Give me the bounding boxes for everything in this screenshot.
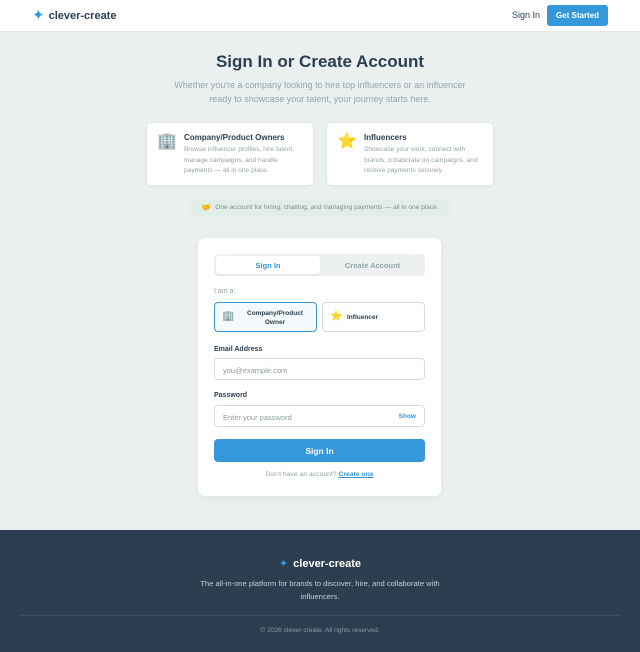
footer: ✦ clever-create The all-in-one platform … — [0, 530, 640, 652]
building-icon: 🏢 — [157, 131, 177, 150]
footer-brand: ✦ clever-create — [0, 557, 640, 570]
sign-in-submit-button[interactable]: Sign In — [214, 439, 425, 462]
footer-tagline: The all-in-one platform for brands to di… — [200, 579, 440, 601]
auth-tabs: Sign In Create Account — [214, 254, 425, 276]
get-started-button[interactable]: Get Started — [547, 5, 608, 26]
role-option-label: Company/Product Owner — [247, 310, 303, 326]
role-option-influencer[interactable]: ⭐ Influencer — [322, 302, 425, 332]
role-select-label: I am a: — [214, 288, 236, 295]
email-field-wrapper — [214, 358, 425, 380]
info-pill: 🤝 One account for hiring, chatting, and … — [189, 199, 451, 216]
role-card-influencer: ⭐ Influencers Showcase your work, connec… — [326, 122, 494, 186]
password-field-wrapper: Show — [214, 405, 425, 427]
tab-create-account[interactable]: Create Account — [322, 256, 423, 274]
star-icon: ⭐ — [337, 131, 357, 150]
role-card-description: Browse influencer profiles, hire talent,… — [184, 146, 294, 174]
brand-logo[interactable]: ✦ clever-create — [32, 8, 116, 23]
switch-account-text: Don't have an account? Create one — [198, 471, 441, 478]
top-nav: ✦ clever-create Sign In Get Started — [0, 0, 640, 32]
handshake-icon: 🤝 — [201, 203, 212, 212]
sparkle-icon: ✦ — [278, 557, 289, 570]
building-icon: 🏢 — [222, 311, 235, 322]
password-label: Password — [214, 392, 248, 399]
page-title: Sign In or Create Account — [215, 52, 425, 71]
role-card-title: Company/Product Owners — [184, 133, 285, 142]
password-field[interactable] — [223, 410, 393, 424]
switch-prompt: Don't have an account? — [265, 471, 337, 478]
brand-name: clever-create — [48, 9, 117, 22]
footer-copyright: © 2026 clever-create. All rights reserve… — [260, 627, 380, 634]
auth-card: Sign In Create Account I am a: 🏢 Company… — [198, 238, 441, 496]
show-password-button[interactable]: Show — [399, 413, 416, 420]
footer-divider — [20, 615, 620, 616]
footer-brand-name: clever-create — [293, 557, 362, 570]
email-label: Email Address — [214, 346, 263, 353]
role-option-company[interactable]: 🏢 Company/Product Owner — [214, 302, 317, 332]
tab-sign-in[interactable]: Sign In — [216, 256, 320, 274]
role-card-company: 🏢 Company/Product Owners Browse influenc… — [146, 122, 314, 186]
info-pill-text: One account for hiring, chatting, and ma… — [215, 204, 439, 211]
create-account-link[interactable]: Create one — [338, 471, 373, 478]
page-subtitle: Whether you're a company looking to hire… — [174, 80, 466, 104]
role-option-label: Influencer — [347, 314, 379, 321]
nav-signin-link[interactable]: Sign In — [512, 10, 540, 20]
sparkle-icon: ✦ — [32, 6, 45, 24]
role-card-title: Influencers — [364, 133, 407, 142]
email-field[interactable] — [223, 363, 393, 377]
role-card-description: Showcase your work, connect with brands,… — [364, 146, 478, 174]
star-icon: ⭐ — [330, 311, 343, 322]
